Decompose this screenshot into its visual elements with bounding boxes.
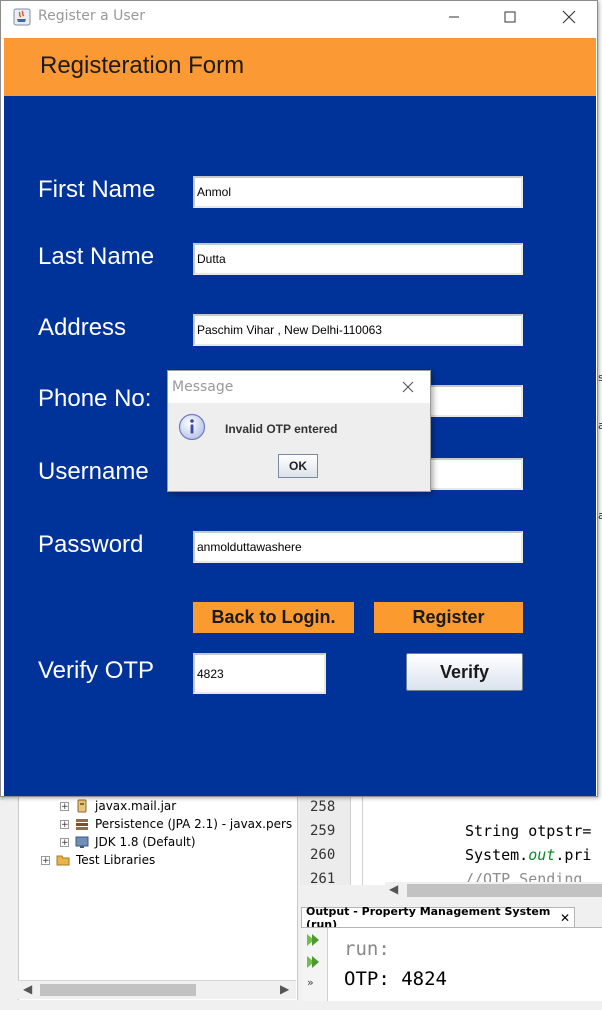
- minimize-icon: [449, 16, 459, 18]
- info-icon: [178, 413, 206, 441]
- otp-field[interactable]: 4823: [193, 653, 326, 694]
- window-titlebar[interactable]: Register a User: [1, 1, 597, 34]
- address-field[interactable]: Paschim Vihar , New Delhi-110063: [193, 314, 523, 346]
- scroll-right-icon[interactable]: ▶: [280, 982, 289, 996]
- ok-button[interactable]: OK: [278, 454, 318, 478]
- address-label: Address: [38, 314, 127, 341]
- first-name-label: First Name: [38, 176, 156, 203]
- rerun-with-params-icon[interactable]: [305, 954, 321, 970]
- message-dialog: Message Invalid OTP entered OK: [167, 370, 431, 492]
- line-number-gutter: 258 259 260 261: [300, 797, 351, 887]
- tree-item[interactable]: + Test Libraries: [41, 851, 155, 869]
- verify-button[interactable]: Verify: [406, 653, 523, 691]
- close-icon: [562, 10, 576, 24]
- output-tab[interactable]: Output - Property Management System (run…: [301, 905, 575, 931]
- tree-item-label: JDK 1.8 (Default): [95, 835, 196, 849]
- scrollbar-thumb[interactable]: [40, 984, 196, 996]
- expand-icon[interactable]: +: [41, 855, 50, 865]
- close-icon[interactable]: ✕: [560, 911, 570, 925]
- project-tree: + javax.mail.jar + Persistence (JPA 2.1)…: [18, 797, 298, 1000]
- output-line: OTP: 4824: [344, 968, 447, 990]
- code-line: System.out.pri: [465, 846, 591, 864]
- password-field[interactable]: anmolduttawashere: [193, 531, 523, 563]
- more-actions-icon[interactable]: »: [307, 976, 314, 989]
- code-token: System.: [465, 846, 529, 864]
- password-label: Password: [38, 531, 144, 558]
- phone-label: Phone No:: [38, 385, 152, 412]
- back-to-login-button[interactable]: Back to Login.: [193, 602, 354, 633]
- tree-item[interactable]: + Persistence (JPA 2.1) - javax.pers: [60, 815, 292, 833]
- jdk-icon: [75, 836, 89, 848]
- expand-icon[interactable]: +: [60, 801, 69, 811]
- scroll-left-icon[interactable]: ◀: [23, 982, 32, 996]
- close-icon[interactable]: [399, 378, 417, 396]
- maximize-icon: [504, 11, 516, 23]
- first-name-field[interactable]: Anmol: [193, 176, 523, 208]
- expand-icon[interactable]: +: [60, 819, 69, 829]
- output-line: run:: [344, 938, 390, 960]
- output-panel: » run: OTP: 4824: [301, 927, 602, 1001]
- code-editor[interactable]: 258 259 260 261 String otpstr= System.ou…: [300, 797, 602, 888]
- code-token: out: [528, 846, 556, 864]
- folder-icon: [56, 855, 70, 866]
- line-number: 260: [310, 847, 336, 863]
- tree-item[interactable]: + javax.mail.jar: [60, 797, 176, 815]
- ide-edge-char: s: [598, 371, 602, 384]
- scrollbar-thumb[interactable]: [407, 884, 602, 897]
- register-button[interactable]: Register: [374, 602, 523, 633]
- line-number: 259: [310, 823, 336, 839]
- expand-icon[interactable]: +: [60, 837, 69, 847]
- dialog-message: Invalid OTP entered: [225, 422, 338, 436]
- jar-icon: [77, 799, 87, 813]
- scroll-left-icon[interactable]: ◀: [389, 882, 398, 896]
- last-name-field[interactable]: Dutta: [193, 243, 523, 275]
- fold-guide: [362, 797, 363, 885]
- dialog-title: Message: [172, 379, 234, 395]
- ide-edge-char: a: [598, 419, 602, 432]
- ide-edge-char: a: [598, 509, 602, 522]
- code-token: .pri: [555, 846, 592, 864]
- tree-item-label: javax.mail.jar: [95, 799, 177, 813]
- last-name-label: Last Name: [38, 243, 155, 270]
- maximize-button[interactable]: [487, 5, 533, 29]
- username-label: Username: [38, 458, 149, 485]
- verify-otp-label: Verify OTP: [38, 657, 155, 684]
- output-toolbar: »: [301, 928, 328, 1001]
- line-number: 261: [310, 871, 336, 887]
- java-app-icon: [13, 8, 31, 26]
- form-heading: Registeration Form: [40, 52, 245, 79]
- library-icon: [76, 819, 88, 830]
- tree-horizontal-scrollbar[interactable]: ◀ ▶: [18, 980, 296, 999]
- minimize-button[interactable]: [431, 5, 477, 29]
- window-title: Register a User: [38, 8, 146, 24]
- line-number: 258: [310, 799, 336, 815]
- tree-item-label: Persistence (JPA 2.1) - javax.pers: [95, 817, 293, 831]
- code-line: String otpstr=: [465, 822, 592, 840]
- close-button[interactable]: [546, 5, 592, 29]
- tree-item-label: Test Libraries: [76, 853, 156, 867]
- rerun-icon[interactable]: [305, 932, 321, 948]
- form-header: Registeration Form: [4, 38, 596, 96]
- dialog-titlebar[interactable]: Message: [168, 371, 430, 403]
- editor-horizontal-scrollbar[interactable]: ◀: [385, 882, 602, 899]
- tree-item[interactable]: + JDK 1.8 (Default): [60, 833, 196, 851]
